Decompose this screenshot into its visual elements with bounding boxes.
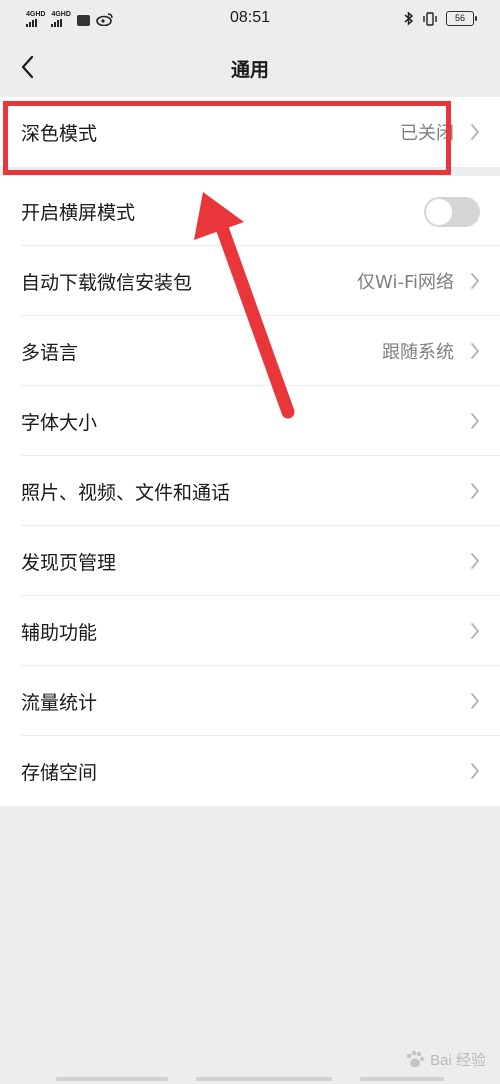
nav-indicator (196, 1077, 332, 1081)
paw-icon (406, 1050, 425, 1067)
watermark: Bai 经验 (404, 1049, 486, 1070)
nav-indicator (56, 1077, 168, 1081)
annotation-arrow (194, 192, 295, 419)
watermark-text: Bai 经验 (430, 1052, 486, 1069)
nav-indicator (360, 1077, 444, 1081)
